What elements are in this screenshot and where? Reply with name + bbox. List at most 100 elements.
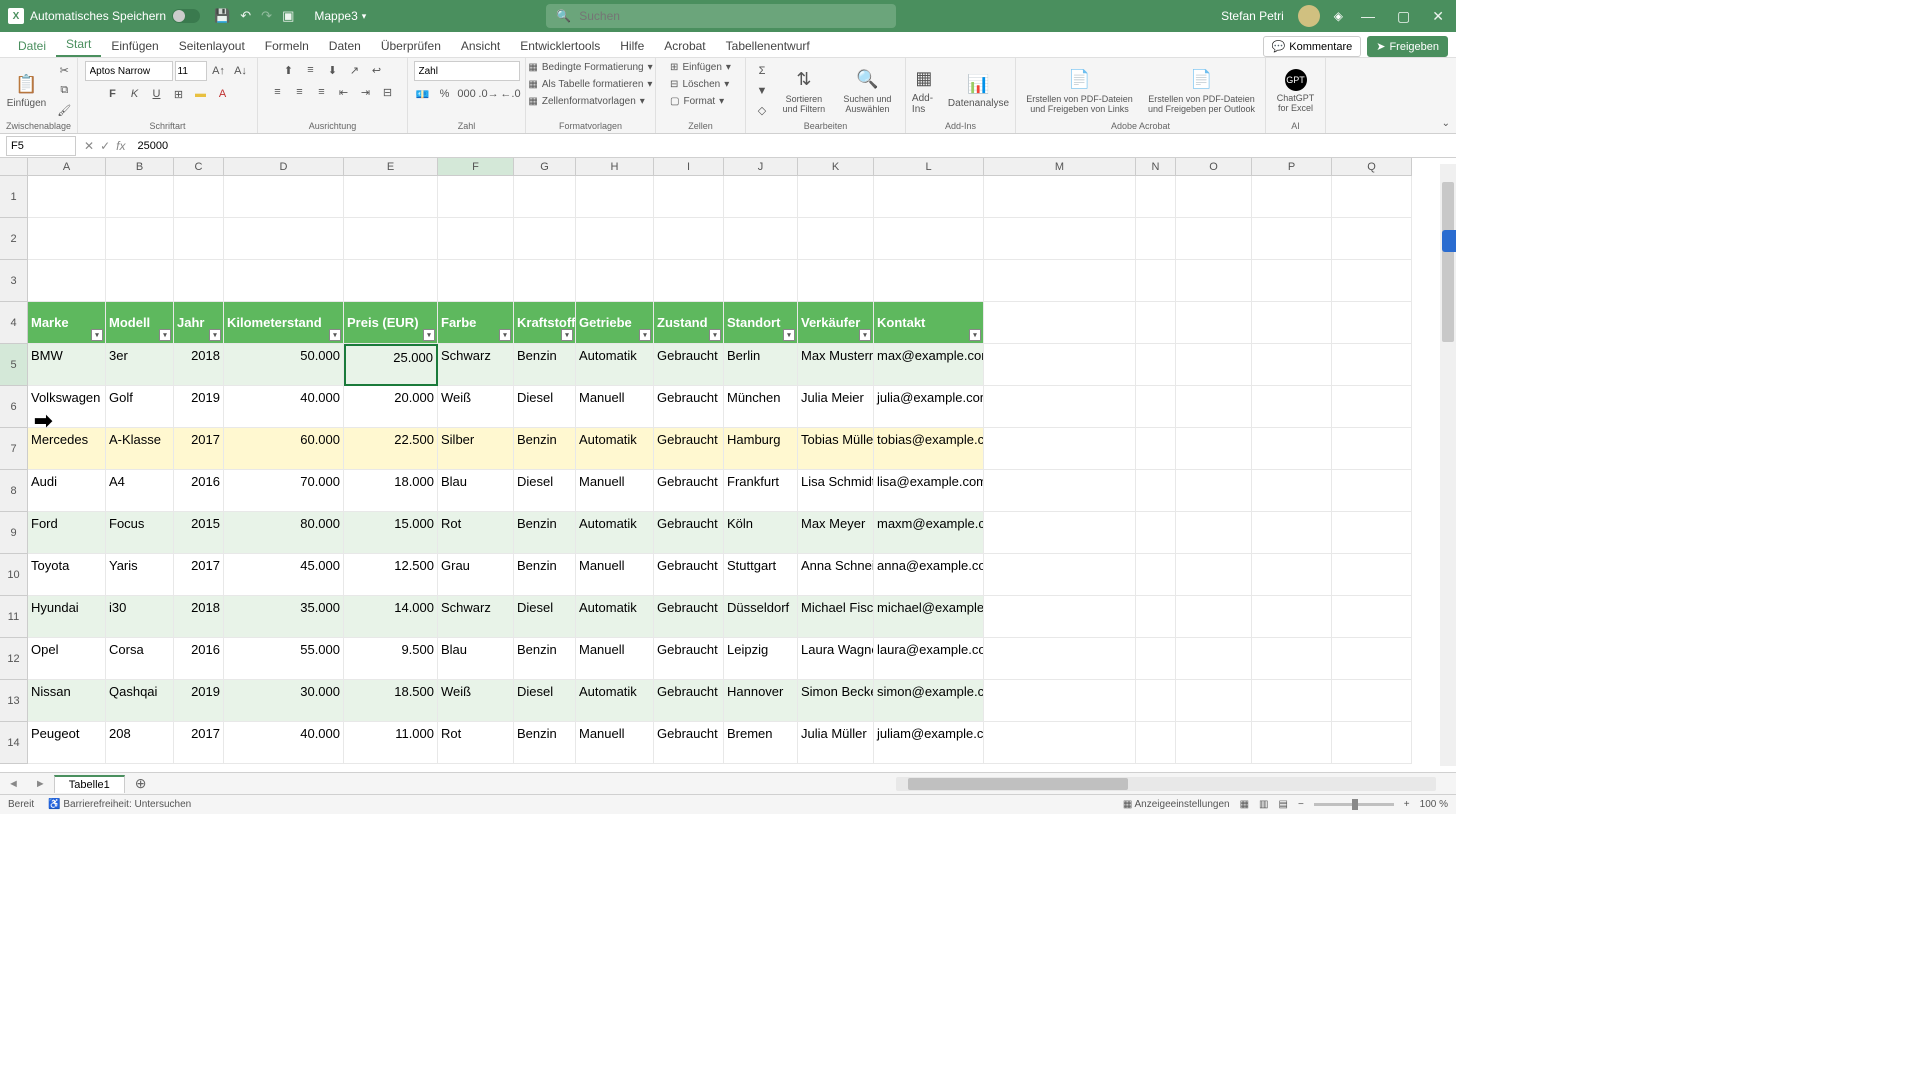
cell[interactable] [1176, 470, 1252, 512]
cell[interactable] [1252, 722, 1332, 764]
spreadsheet-grid[interactable]: ABCDEFGHIJKLMNOPQ 1234567891011121314 Ma… [0, 158, 1456, 772]
col-header[interactable]: I [654, 158, 724, 176]
cell[interactable] [438, 176, 514, 218]
cell[interactable]: Weiß [438, 680, 514, 722]
tab-seitenlayout[interactable]: Seitenlayout [169, 35, 255, 57]
zoom-in-icon[interactable]: + [1404, 799, 1410, 810]
cell[interactable]: Automatik [576, 596, 654, 638]
cell[interactable] [1176, 512, 1252, 554]
align-right-icon[interactable]: ≡ [312, 83, 332, 101]
row-header[interactable]: 2 [0, 218, 28, 260]
copy-icon[interactable]: ⧉ [54, 82, 74, 100]
cell[interactable]: Hannover [724, 680, 798, 722]
italic-button[interactable]: K [125, 85, 145, 103]
cell[interactable] [1176, 344, 1252, 386]
cell[interactable]: Leipzig [724, 638, 798, 680]
cell[interactable]: 55.000 [224, 638, 344, 680]
cell[interactable] [984, 722, 1136, 764]
cell[interactable]: Benzin [514, 512, 576, 554]
cell[interactable] [1332, 512, 1412, 554]
filter-icon[interactable]: ▾ [561, 329, 573, 341]
row-header[interactable]: 6 [0, 386, 28, 428]
cell[interactable] [984, 344, 1136, 386]
cell[interactable] [984, 596, 1136, 638]
cell[interactable] [106, 218, 174, 260]
cell[interactable]: Tobias Müller [798, 428, 874, 470]
font-size[interactable] [175, 61, 207, 81]
cell[interactable] [1136, 302, 1176, 344]
fill-icon[interactable]: ▼ [752, 82, 772, 100]
cell[interactable]: Kontakt▾ [874, 302, 984, 344]
filter-icon[interactable]: ▾ [159, 329, 171, 341]
row-header[interactable]: 7 [0, 428, 28, 470]
filter-icon[interactable]: ▾ [709, 329, 721, 341]
format-cells-button[interactable]: ▢ Format ▾ [666, 95, 728, 108]
addins-button[interactable]: ▦Add-Ins [908, 65, 940, 117]
view-page-icon[interactable]: ▥ [1259, 799, 1268, 810]
cell[interactable] [984, 428, 1136, 470]
col-header[interactable]: C [174, 158, 224, 176]
cell[interactable] [654, 260, 724, 302]
cell[interactable] [984, 512, 1136, 554]
cell[interactable]: max@example.com [874, 344, 984, 386]
cell[interactable] [1332, 428, 1412, 470]
cell[interactable] [1136, 344, 1176, 386]
cell[interactable] [874, 176, 984, 218]
cell[interactable] [1332, 470, 1412, 512]
orientation-icon[interactable]: ↗ [345, 61, 365, 79]
cell[interactable] [654, 218, 724, 260]
filter-icon[interactable]: ▾ [499, 329, 511, 341]
tab-formeln[interactable]: Formeln [255, 35, 319, 57]
formula-value[interactable]: 25000 [133, 140, 168, 152]
cell[interactable]: Manuell [576, 638, 654, 680]
enter-fx-icon[interactable]: ✓ [100, 139, 110, 153]
tab-acrobat[interactable]: Acrobat [654, 35, 715, 57]
filter-icon[interactable]: ▾ [639, 329, 651, 341]
cell[interactable]: 50.000 [224, 344, 344, 386]
col-header[interactable]: F [438, 158, 514, 176]
cell[interactable] [1332, 554, 1412, 596]
percent-icon[interactable]: % [435, 85, 455, 103]
cell[interactable] [724, 176, 798, 218]
cell[interactable] [106, 260, 174, 302]
cell[interactable]: Stuttgart [724, 554, 798, 596]
format-painter-icon[interactable]: 🖌 [54, 102, 74, 120]
cell[interactable] [28, 260, 106, 302]
cell[interactable]: Berlin [724, 344, 798, 386]
cell[interactable] [724, 260, 798, 302]
find-select-button[interactable]: 🔍Suchen und Auswählen [836, 66, 899, 116]
cell[interactable]: Manuell [576, 554, 654, 596]
col-header[interactable]: O [1176, 158, 1252, 176]
cell[interactable]: Marke▾ [28, 302, 106, 344]
cell[interactable] [344, 176, 438, 218]
side-panel-badge[interactable] [1442, 230, 1456, 252]
cell[interactable]: Silber [438, 428, 514, 470]
cell[interactable] [1332, 218, 1412, 260]
cell[interactable]: Michael Fischer [798, 596, 874, 638]
cell[interactable] [1136, 554, 1176, 596]
cell[interactable]: Anna Schneider [798, 554, 874, 596]
cell[interactable] [514, 218, 576, 260]
horizontal-scrollbar[interactable] [896, 777, 1436, 791]
cell[interactable]: Diesel [514, 386, 576, 428]
col-header[interactable]: G [514, 158, 576, 176]
cell[interactable] [1332, 302, 1412, 344]
pdf-share-outlook-button[interactable]: 📄Erstellen von PDF-Dateien und Freigeben… [1143, 66, 1261, 116]
cell[interactable]: Gebraucht [654, 722, 724, 764]
currency-icon[interactable]: 💶 [413, 85, 433, 103]
cell[interactable] [1136, 470, 1176, 512]
cell[interactable] [1176, 176, 1252, 218]
cell[interactable]: Blau [438, 638, 514, 680]
font-color-icon[interactable]: A [213, 85, 233, 103]
sheet-nav-prev[interactable]: ◄ [0, 778, 27, 790]
cell[interactable]: Benzin [514, 344, 576, 386]
cell[interactable] [1136, 512, 1176, 554]
cell[interactable]: Frankfurt [724, 470, 798, 512]
camera-icon[interactable]: ▣ [282, 8, 294, 24]
cell[interactable] [1252, 596, 1332, 638]
conditional-format-button[interactable]: ▦ Bedingte Formatierung ▾ [524, 61, 656, 74]
select-all-button[interactable] [0, 158, 28, 176]
cell[interactable] [514, 260, 576, 302]
cell[interactable]: 2019 [174, 386, 224, 428]
view-normal-icon[interactable]: ▦ [1240, 799, 1249, 810]
